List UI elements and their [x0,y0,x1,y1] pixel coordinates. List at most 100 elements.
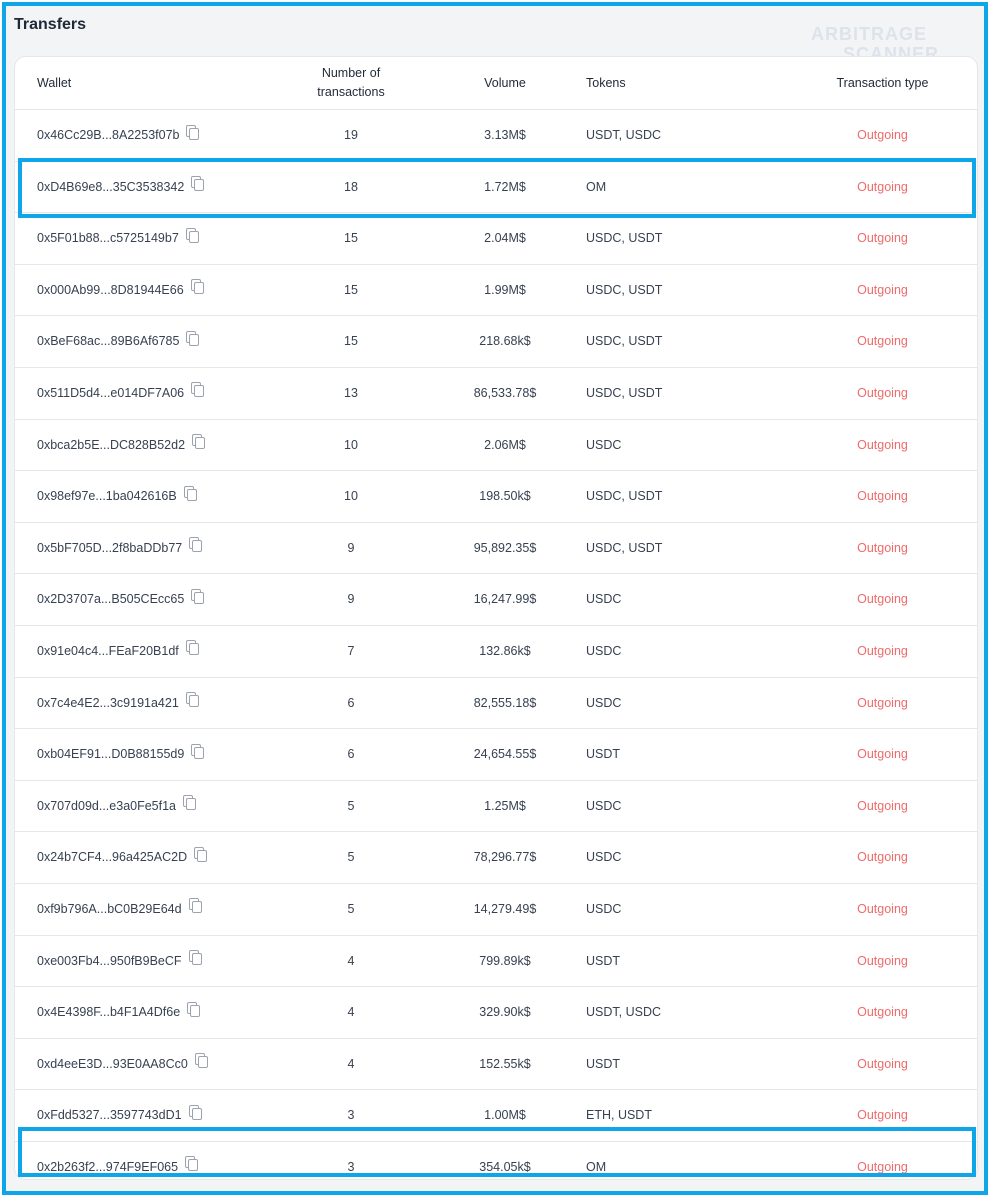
tokens-value: USDT, USDC [586,1005,662,1020]
table-row: 0x4E4398F...b4F1A4Df6e 4 329.90k$ USDT, USD… [15,987,977,1039]
copy-icon[interactable] [189,537,203,553]
table-row: 0xb04EF91...D0B88155d9 6 24,654.55$ USDT Out… [15,729,977,781]
copy-icon[interactable] [191,176,205,192]
wallet-cell: 0xBeF68ac...89B6Af6785 [37,316,200,366]
wallet-address-link[interactable]: 0xf9b796A...bC0B29E64d [37,902,182,916]
transaction-type-value: Outgoing [857,1108,908,1123]
volume-value: 152.55k$ [479,1056,531,1071]
wallet-address-link[interactable]: 0x4E4398F...b4F1A4Df6e [37,1005,180,1019]
wallet-cell: 0x000Ab99...8D81944E66 [37,265,204,315]
tokens-value: USDC, USDT [586,385,663,400]
tokens-value: USDC [586,798,622,813]
wallet-cell: 0xd4eeE3D...93E0AA8Cc0 [37,1039,208,1089]
transfers-table: Wallet Number of transactions Volume Tok… [14,56,978,1180]
copy-icon[interactable] [185,227,199,243]
table-row: 0xbca2b5E...DC828B52d2 10 2.06M$ USDC Outgoi… [15,420,977,472]
volume-value: 1.25M$ [484,798,526,813]
copy-icon[interactable] [186,124,200,140]
wallet-cell: 0xD4B69e8...35C3538342 [37,162,205,212]
wallet-address-link[interactable]: 0x2D3707a...B505CEcc65 [37,592,184,606]
transaction-count: 15 [344,282,358,297]
wallet-address-link[interactable]: 0x000Ab99...8D81944E66 [37,283,184,297]
transaction-type-value: Outgoing [857,489,908,504]
volume-value: 3.13M$ [484,128,526,142]
table-row: 0x24b7CF4...96a425AC2D 5 78,296.77$ USDC Out… [15,832,977,884]
copy-icon[interactable] [185,640,199,656]
wallet-cell: 0x46Cc29B...8A2253f07b [37,110,200,160]
copy-icon[interactable] [187,1001,201,1017]
volume-value: 16,247.99$ [473,592,537,607]
transaction-count: 15 [344,334,358,349]
wallet-address-link[interactable]: 0x98ef97e...1ba042616B [37,489,177,503]
wallet-address-link[interactable]: 0xbca2b5E...DC828B52d2 [37,438,185,452]
wallet-address-link[interactable]: 0x24b7CF4...96a425AC2D [37,850,187,864]
wallet-cell: 0xFdd5327...3597743dD1 [37,1090,202,1140]
wallet-address-link[interactable]: 0x91e04c4...FEaF20B1df [37,644,179,658]
volume-value: 86,533.78$ [473,385,537,400]
transaction-type-value: Outgoing [857,437,908,452]
transaction-count: 19 [344,128,358,142]
volume-value: 78,296.77$ [473,850,537,865]
transaction-count: 4 [347,1005,355,1020]
wallet-cell: 0x2D3707a...B505CEcc65 [37,574,205,624]
copy-icon[interactable] [183,795,197,811]
volume-value: 799.89k$ [479,953,531,968]
table-row: 0x5F01b88...c5725149b7 15 2.04M$ USDC, USDT… [15,213,977,265]
wallet-address-link[interactable]: 0x2b263f2...974F9EF065 [37,1160,178,1174]
transaction-type-value: Outgoing [857,798,908,813]
wallet-address-link[interactable]: 0xFdd5327...3597743dD1 [37,1108,182,1122]
transaction-type-value: Outgoing [857,1159,908,1174]
copy-icon[interactable] [191,743,205,759]
volume-value: 132.86k$ [479,643,531,658]
table-row: 0x5bF705D...2f8baDDb77 9 95,892.35$ USDC, U… [15,523,977,575]
table-row: 0x2b263f2...974F9EF065 3 354.05k$ OM Outgoin… [15,1142,977,1179]
copy-icon[interactable] [188,898,202,914]
copy-icon[interactable] [183,485,197,501]
copy-icon[interactable] [188,950,202,965]
wallet-address-link[interactable]: 0x707d09d...e3a0Fe5f1a [37,799,176,813]
volume-value: 329.90k$ [479,1005,531,1020]
wallet-address-link[interactable]: 0xe003Fb4...950fB9BeCF [37,954,182,968]
table-body: 0x46Cc29B...8A2253f07b 19 3.13M$ USDT, USDC… [15,110,977,1179]
volume-value: 95,892.35$ [473,540,537,555]
tokens-value: USDT [586,747,621,762]
wallet-address-link[interactable]: 0xb04EF91...D0B88155d9 [37,747,184,761]
column-header-tokens: Tokens [586,75,626,90]
wallet-address-link[interactable]: 0x7c4e4E2...3c9191a421 [37,696,179,710]
volume-value: 354.05k$ [479,1159,531,1174]
wallet-address-link[interactable]: 0x46Cc29B...8A2253f07b [37,128,179,142]
wallet-address-link[interactable]: 0x511D5d4...e014DF7A06 [37,386,184,400]
volume-value: 14,279.49$ [473,901,537,916]
copy-icon[interactable] [191,382,205,398]
transaction-count: 3 [347,1159,355,1174]
copy-icon[interactable] [185,1156,199,1172]
copy-icon[interactable] [188,1104,202,1120]
copy-icon[interactable] [192,434,206,450]
volume-value: 198.50k$ [479,489,531,504]
copy-icon[interactable] [190,279,204,295]
tokens-value: OM [586,1159,607,1174]
copy-icon[interactable] [194,846,208,862]
wallet-address-link[interactable]: 0x5F01b88...c5725149b7 [37,231,179,245]
wallet-cell: 0x98ef97e...1ba042616B [37,471,197,521]
transaction-type-value: Outgoing [857,540,908,555]
copy-icon[interactable] [186,330,200,346]
wallet-cell: 0xe003Fb4...950fB9BeCF [37,936,202,986]
transaction-type-value: Outgoing [857,747,908,762]
copy-icon[interactable] [185,692,199,708]
tokens-value: ETH, USDT [586,1108,652,1123]
wallet-address-link[interactable]: 0x5bF705D...2f8baDDb77 [37,541,182,555]
table-row: 0x7c4e4E2...3c9191a421 6 82,555.18$ USDC Out… [15,678,977,730]
wallet-address-link[interactable]: 0xd4eeE3D...93E0AA8Cc0 [37,1057,188,1071]
transaction-count: 10 [344,489,358,504]
wallet-cell: 0x91e04c4...FEaF20B1df [37,626,199,676]
copy-icon[interactable] [194,1053,208,1069]
wallet-address-link[interactable]: 0xBeF68ac...89B6Af6785 [37,334,179,348]
transaction-count: 18 [344,179,358,194]
transaction-type-value: Outgoing [857,953,908,968]
copy-icon[interactable] [191,588,205,604]
transaction-type-value: Outgoing [857,1056,908,1071]
table-row: 0xd4eeE3D...93E0AA8Cc0 4 152.55k$ USDT Outgo… [15,1039,977,1091]
volume-value: 1.72M$ [484,179,526,194]
wallet-address-link[interactable]: 0xD4B69e8...35C3538342 [37,180,184,194]
